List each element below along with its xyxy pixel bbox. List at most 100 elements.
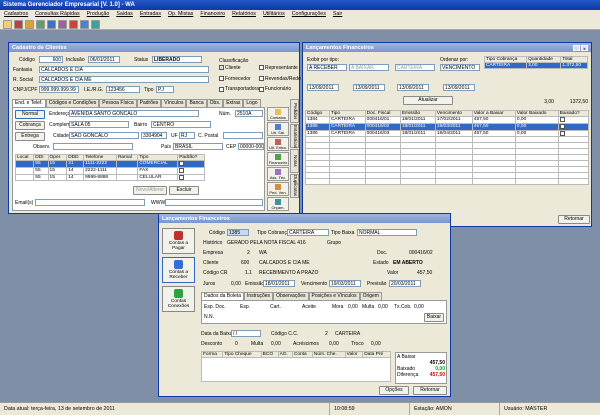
atualizar-button[interactable]: Atualizar (403, 96, 453, 105)
tipo-a-receber-select[interactable]: A RECEBER (307, 64, 347, 71)
cliente-tab-1[interactable]: Códigos e Condições (45, 99, 100, 107)
phone-row[interactable]: 55 15 21 1111-2222 COMERCIAL ✓ (14, 160, 205, 168)
cobranca-button[interactable]: Cobrança (15, 121, 45, 130)
date-from-2[interactable]: 13/09/2011 (397, 84, 429, 91)
cliente-tab-7[interactable]: Extras (223, 99, 244, 107)
menu-item-2[interactable]: Produção (87, 11, 110, 18)
det-nav-button-1[interactable]: Contas a Receber (162, 257, 195, 283)
summary-cell[interactable]: 3,00 (526, 62, 562, 69)
menu-item-4[interactable]: Entradas (140, 11, 161, 18)
retornar-button[interactable]: Retornar (558, 215, 590, 224)
classificacao-option-2[interactable]: Fornecedor (219, 76, 259, 85)
phone-padrao-cell[interactable] (177, 166, 205, 175)
close-icon[interactable]: x (581, 44, 588, 51)
phone-row[interactable]: 55 15 14 2222-1111 FAX (14, 166, 205, 175)
det-retornar-button[interactable]: Retornar (413, 386, 447, 395)
date-from-1[interactable]: 13/09/2011 (307, 84, 339, 91)
cliente-side-button-4[interactable]: Ass. Téc. (267, 167, 289, 181)
ordenar-select[interactable]: VENCIMENTO (440, 64, 480, 71)
padrao-checkbox[interactable] (179, 167, 185, 173)
email-field[interactable] (35, 199, 145, 206)
pais-field[interactable]: BRASIL (173, 143, 223, 150)
classificacao-checkbox-1[interactable] (259, 65, 264, 71)
excluir-button[interactable]: Excluir (169, 186, 199, 195)
cnpj-field[interactable]: 999.999.999.99 (39, 86, 79, 93)
classificacao-checkbox-5[interactable] (259, 86, 264, 92)
padrao-checkbox[interactable] (179, 174, 185, 180)
menu-item-9[interactable]: Configurações (292, 11, 326, 18)
tipo-a-baixar-select[interactable]: A BAIXAR (349, 64, 389, 71)
minimize-icon[interactable]: _ (573, 44, 580, 51)
classificacao-option-0[interactable]: ✓ Cliente (219, 65, 259, 74)
menu-item-0[interactable]: Cadastros (4, 11, 28, 18)
classificacao-checkbox-3[interactable] (259, 75, 264, 81)
classificacao-checkbox-0[interactable]: ✓ (219, 65, 224, 71)
menu-item-3[interactable]: Saídas (116, 11, 133, 18)
tipo-carteira-select[interactable]: CARTEIRA (395, 64, 435, 71)
endereco-field[interactable]: AVENIDA SANTO GONCALO (69, 110, 199, 117)
status-select[interactable]: LIBERADO (152, 56, 202, 63)
det-tab-3[interactable]: Posições e Vínculos (308, 292, 360, 300)
opcoes-button[interactable]: Opções (379, 386, 409, 395)
det-tab-2[interactable]: Observações (273, 292, 309, 300)
baixado-checkbox[interactable] (559, 130, 565, 136)
cliente-tab-4[interactable]: Vínculos (161, 99, 187, 107)
emissao-field[interactable]: 18/01/2011 (263, 280, 295, 287)
baixado-checkbox[interactable] (559, 117, 565, 122)
classificacao-option-5[interactable]: Funcionário (259, 86, 301, 95)
det-codigo-field[interactable]: 1385 (227, 229, 249, 236)
cpostal-field[interactable] (223, 132, 263, 139)
novo-alterar-button[interactable]: Novo/Alterar (133, 186, 167, 195)
ie-field[interactable]: 123456 (106, 86, 140, 93)
razao-field[interactable]: CALCADOS E CIA ME (39, 76, 209, 83)
cliente-side-button-6[interactable]: Orçam. (267, 197, 289, 211)
menu-item-5[interactable]: Op. Mistas (168, 11, 193, 18)
cliente-tab-6[interactable]: Obs. (206, 99, 224, 107)
phone-row[interactable]: 55 15 14 9999-8888 CELULAR (14, 173, 205, 182)
cidade-code-field[interactable]: 3304904 (141, 132, 167, 139)
observ-field[interactable] (53, 143, 133, 150)
cliente-side-button-3[interactable]: Financeiro (267, 152, 289, 166)
menu-item-10[interactable]: Sair (333, 11, 342, 18)
entrega-button[interactable]: Entrega (15, 132, 45, 141)
det-tab-1[interactable]: Instruções (243, 292, 274, 300)
tipocob-select[interactable]: CARTEIRA (287, 229, 329, 236)
classificacao-checkbox-4[interactable] (219, 86, 224, 92)
cliente-side-button-5[interactable]: Ped. Ven. (267, 182, 289, 196)
menu-item-8[interactable]: Utilitários (263, 11, 285, 18)
det-nav-button-0[interactable]: Contas a Pagar (162, 228, 195, 254)
padrao-checkbox[interactable]: ✓ (179, 161, 185, 166)
toolbar-icon-3[interactable] (25, 20, 34, 29)
cliente-tab-2[interactable]: Pessoa Física (99, 99, 137, 107)
cep-field[interactable]: 00000-000 (238, 143, 264, 150)
complem-field[interactable]: SALA 05 (69, 121, 129, 128)
uf-select[interactable]: RJ (179, 132, 195, 139)
classificacao-option-3[interactable]: Revendas/Rede (259, 76, 301, 85)
toolbar-icon-8[interactable] (80, 20, 89, 29)
cliente-tab-8[interactable]: Logo (243, 99, 261, 107)
baixado-cell[interactable] (557, 129, 590, 138)
previsao-field[interactable]: 20/03/2011 (389, 280, 421, 287)
menu-item-7[interactable]: Relatórios (232, 11, 256, 18)
classificacao-option-1[interactable]: Representante (259, 65, 301, 74)
cidade-field[interactable]: SAO GONCALO (69, 132, 139, 139)
cliente-side-button-2[interactable]: Ult. Entra. (267, 137, 289, 151)
menu-item-6[interactable]: Financeiro (200, 11, 225, 18)
table-row[interactable]: 1386 CARTEIRA 000416/03 18/01/2011 18/04/201… (305, 129, 590, 138)
baixado-cell[interactable] (557, 122, 590, 131)
toolbar-icon-1[interactable] (3, 20, 12, 29)
classificacao-checkbox-2[interactable] (219, 75, 224, 81)
tipobaixa-select[interactable]: NORMAL (357, 229, 417, 236)
cliente-side-button-1[interactable]: Ult. Sai. (267, 122, 289, 136)
date-to-2[interactable]: 13/09/2011 (443, 84, 475, 91)
det-tab-0[interactable]: Dados da Boleta (201, 292, 244, 300)
table-row[interactable]: 1385 CARTEIRA 000416/02 18/01/2011 19/03/201… (305, 122, 590, 131)
classificacao-option-4[interactable]: Transportadora (219, 86, 259, 95)
cliente-side-tab-3[interactable]: Duplicatas (290, 174, 299, 198)
menu-item-1[interactable]: Consultas Rápidas (35, 11, 79, 18)
baixado-cell[interactable] (557, 116, 590, 124)
toolbar-icon-7[interactable] (69, 20, 78, 29)
baixado-checkbox[interactable] (559, 123, 565, 129)
fantasia-field[interactable]: CALCADOS E CIA (39, 66, 209, 73)
summary-cell[interactable]: CARTEIRA (483, 62, 528, 69)
